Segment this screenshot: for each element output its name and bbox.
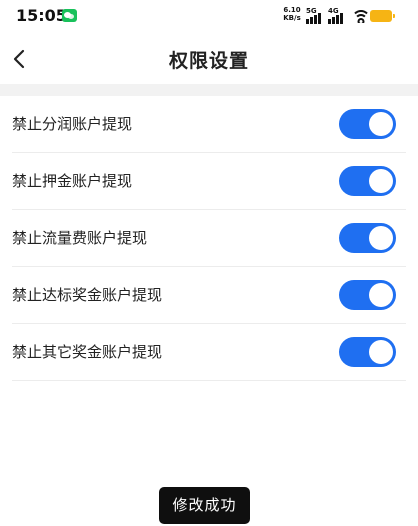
setting-label: 禁止其它奖金账户提现 bbox=[12, 343, 163, 361]
status-time: 15:05 bbox=[16, 6, 67, 25]
signal-icon: 4G bbox=[328, 7, 348, 24]
nav-bar: 权限设置 bbox=[0, 34, 418, 84]
signal-icon: 5G bbox=[306, 7, 326, 24]
setting-label: 禁止分润账户提现 bbox=[12, 115, 133, 133]
setting-row-target-bonus-withdraw: 禁止达标奖金账户提现 bbox=[12, 267, 406, 324]
toast-message: 修改成功 bbox=[159, 487, 250, 524]
network-label-5g: 5G bbox=[306, 7, 317, 15]
network-speed-unit: KB/s bbox=[283, 14, 301, 22]
toggle-knob bbox=[369, 340, 393, 364]
network-speed: 6.10 KB/s bbox=[280, 6, 304, 22]
wifi-icon bbox=[352, 9, 369, 23]
toggle-switch[interactable] bbox=[339, 280, 396, 310]
settings-list: 禁止分润账户提现 禁止押金账户提现 禁止流量费账户提现 禁止达标奖金账户提现 禁… bbox=[0, 96, 418, 381]
setting-label: 禁止达标奖金账户提现 bbox=[12, 286, 163, 304]
network-speed-value: 6.10 bbox=[283, 6, 301, 14]
toggle-switch[interactable] bbox=[339, 166, 396, 196]
wechat-icon bbox=[62, 9, 77, 22]
page-title: 权限设置 bbox=[168, 50, 249, 72]
toggle-switch[interactable] bbox=[339, 109, 396, 139]
setting-row-deposit-withdraw: 禁止押金账户提现 bbox=[12, 153, 406, 210]
toggle-knob bbox=[369, 226, 393, 250]
network-label-4g: 4G bbox=[328, 7, 339, 15]
setting-label: 禁止押金账户提现 bbox=[12, 172, 133, 190]
toggle-knob bbox=[369, 283, 393, 307]
setting-label: 禁止流量费账户提现 bbox=[12, 229, 148, 247]
setting-row-other-bonus-withdraw: 禁止其它奖金账户提现 bbox=[12, 324, 406, 381]
setting-row-traffic-fee-withdraw: 禁止流量费账户提现 bbox=[12, 210, 406, 267]
battery-icon bbox=[370, 10, 395, 22]
status-bar: 15:05 6.10 KB/s 5G 4G bbox=[0, 0, 418, 34]
toggle-switch[interactable] bbox=[339, 223, 396, 253]
toggle-switch[interactable] bbox=[339, 337, 396, 367]
toggle-knob bbox=[369, 112, 393, 136]
section-divider bbox=[0, 84, 418, 96]
toggle-knob bbox=[369, 169, 393, 193]
setting-row-profit-share-withdraw: 禁止分润账户提现 bbox=[12, 96, 406, 153]
